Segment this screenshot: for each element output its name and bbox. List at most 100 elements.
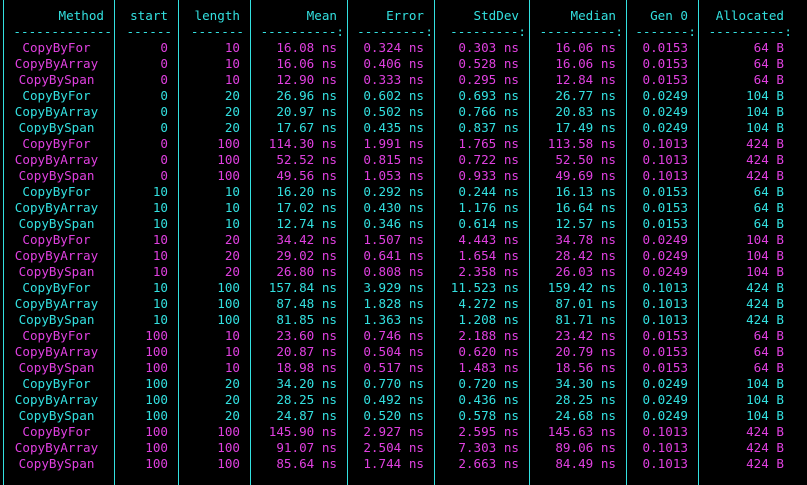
cell-error: 0.808 ns	[363, 264, 424, 279]
cell-length: 100	[217, 440, 240, 455]
table-row: CopyByFor 100 20 34.20 ns 0.770 ns 0.720 ns 34…	[0, 376, 807, 392]
column-separator	[347, 0, 348, 485]
cell-median: 16.64 ns	[555, 200, 616, 215]
cell-median: 84.49 ns	[555, 456, 616, 471]
cell-median: 87.01 ns	[555, 296, 616, 311]
cell-start: 10	[152, 296, 168, 311]
cell-median: 16.06 ns	[555, 56, 616, 71]
cell-mean: 17.67 ns	[276, 120, 337, 135]
cell-stddev: 0.837 ns	[458, 120, 519, 135]
cell-length: 10	[224, 72, 240, 87]
cell-method: CopyByArray	[14, 296, 99, 311]
cell-alloc: 104 B	[746, 376, 784, 391]
table-row: CopyBySpan 10 20 26.80 ns 0.808 ns 2.358 ns 26…	[0, 264, 807, 280]
cell-mean: 12.90 ns	[276, 72, 337, 87]
cell-method: CopyBySpan	[18, 360, 95, 375]
cell-error: 0.517 ns	[363, 360, 424, 375]
cell-stddev: 0.720 ns	[458, 376, 519, 391]
table-row: CopyByFor 100 10 23.60 ns 0.746 ns 2.188 ns 23…	[0, 328, 807, 344]
header-mean: Mean	[306, 8, 337, 23]
divider-stddev: ---------:	[450, 24, 526, 39]
cell-gen0: 0.1013	[642, 440, 689, 455]
cell-length: 10	[224, 344, 240, 359]
cell-method: CopyByArray	[14, 104, 99, 119]
cell-gen0: 0.0249	[642, 104, 689, 119]
cell-gen0: 0.0153	[642, 40, 689, 55]
cell-method: CopyBySpan	[18, 168, 95, 183]
cell-median: 20.79 ns	[555, 344, 616, 359]
table-row: CopyByArray 100 100 91.07 ns 2.504 ns 7.303 n…	[0, 440, 807, 456]
header-gen0: Gen 0	[650, 8, 688, 23]
cell-start: 100	[145, 408, 168, 423]
cell-error: 3.929 ns	[363, 280, 424, 295]
table-row: CopyByFor 10 10 16.20 ns 0.292 ns 0.244 ns 16.…	[0, 184, 807, 200]
cell-mean: 24.87 ns	[276, 408, 337, 423]
table-row: CopyBySpan 0 10 12.90 ns 0.333 ns 0.295 ns 12.…	[0, 72, 807, 88]
cell-stddev: 1.483 ns	[458, 360, 519, 375]
cell-mean: 20.97 ns	[276, 104, 337, 119]
table-row: CopyByFor 10 100 157.84 ns 3.929 ns 11.523 ns…	[0, 280, 807, 296]
cell-median: 28.25 ns	[555, 392, 616, 407]
cell-alloc: 104 B	[746, 232, 784, 247]
cell-stddev: 1.176 ns	[458, 200, 519, 215]
cell-stddev: 0.620 ns	[458, 344, 519, 359]
cell-method: CopyBySpan	[18, 120, 95, 135]
column-separator	[3, 0, 4, 485]
cell-median: 23.42 ns	[555, 328, 616, 343]
cell-stddev: 0.614 ns	[458, 216, 519, 231]
cell-start: 0	[160, 120, 168, 135]
cell-alloc: 424 B	[746, 424, 784, 439]
cell-gen0: 0.0153	[642, 216, 689, 231]
cell-gen0: 0.1013	[642, 136, 689, 151]
cell-stddev: 0.766 ns	[458, 104, 519, 119]
cell-start: 10	[152, 248, 168, 263]
cell-alloc: 64 B	[753, 200, 784, 215]
cell-stddev: 0.303 ns	[458, 40, 519, 55]
table-row: CopyBySpan 100 20 24.87 ns 0.520 ns 0.578 ns 2…	[0, 408, 807, 424]
cell-length: 100	[217, 136, 240, 151]
cell-alloc: 64 B	[753, 40, 784, 55]
cell-median: 26.03 ns	[555, 264, 616, 279]
cell-error: 0.435 ns	[363, 120, 424, 135]
cell-method: CopyByArray	[14, 152, 99, 167]
cell-stddev: 0.933 ns	[458, 168, 519, 183]
cell-stddev: 0.244 ns	[458, 184, 519, 199]
cell-method: CopyByFor	[22, 424, 91, 439]
cell-median: 12.57 ns	[555, 216, 616, 231]
cell-error: 1.744 ns	[363, 456, 424, 471]
cell-median: 26.77 ns	[555, 88, 616, 103]
cell-stddev: 2.663 ns	[458, 456, 519, 471]
cell-error: 0.346 ns	[363, 216, 424, 231]
header-row: Method start length Mean Error StdDev Me…	[0, 8, 807, 24]
cell-mean: 34.20 ns	[276, 376, 337, 391]
cell-error: 0.520 ns	[363, 408, 424, 423]
table-row: CopyBySpan 100 10 18.98 ns 0.517 ns 1.483 ns 1…	[0, 360, 807, 376]
divider-gen0: -------:	[635, 24, 696, 39]
cell-median: 28.42 ns	[555, 248, 616, 263]
cell-stddev: 0.578 ns	[458, 408, 519, 423]
cell-method: CopyByFor	[22, 280, 91, 295]
cell-alloc: 424 B	[746, 456, 784, 471]
cell-method: CopyByFor	[22, 184, 91, 199]
divider-length: -------	[190, 24, 244, 39]
cell-mean: 81.85 ns	[276, 312, 337, 327]
cell-stddev: 0.722 ns	[458, 152, 519, 167]
cell-median: 18.56 ns	[555, 360, 616, 375]
cell-stddev: 1.208 ns	[458, 312, 519, 327]
cell-length: 100	[217, 312, 240, 327]
cell-alloc: 64 B	[753, 216, 784, 231]
cell-alloc: 424 B	[746, 152, 784, 167]
cell-method: CopyByArray	[14, 56, 99, 71]
cell-error: 0.641 ns	[363, 248, 424, 263]
cell-median: 89.06 ns	[555, 440, 616, 455]
cell-method: CopyBySpan	[18, 216, 95, 231]
table-row: CopyByFor 0 10 16.08 ns 0.324 ns 0.303 ns 16.0…	[0, 40, 807, 56]
header-start: start	[130, 8, 168, 23]
cell-mean: 34.42 ns	[276, 232, 337, 247]
cell-method: CopyBySpan	[18, 408, 95, 423]
table-row: CopyBySpan 0 100 49.56 ns 1.053 ns 0.933 ns 49…	[0, 168, 807, 184]
cell-length: 10	[224, 184, 240, 199]
cell-error: 1.507 ns	[363, 232, 424, 247]
cell-length: 100	[217, 152, 240, 167]
cell-mean: 87.48 ns	[276, 296, 337, 311]
